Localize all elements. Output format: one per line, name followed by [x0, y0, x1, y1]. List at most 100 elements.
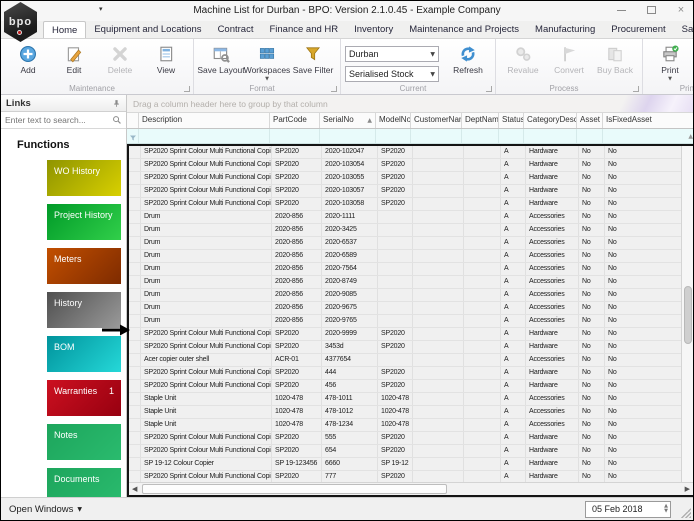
- horizontal-scrollbar-thumb[interactable]: [142, 484, 447, 494]
- function-button-warranties[interactable]: Warranties1: [47, 380, 121, 416]
- table-row[interactable]: Drum2020-8562020-9675AAccessoriesNoNo: [129, 302, 693, 315]
- function-button-wo-history[interactable]: WO History: [47, 160, 121, 196]
- table-row[interactable]: Drum2020-8562020-9085AAccessoriesNoNo: [129, 289, 693, 302]
- column-header-asset[interactable]: Asset: [577, 113, 603, 128]
- table-row[interactable]: Drum2020-8562020-3425AAccessoriesNoNo: [129, 224, 693, 237]
- tab-equipment-and-locations[interactable]: Equipment and Locations: [86, 21, 209, 38]
- filter-cell-serialno[interactable]: [320, 129, 376, 143]
- table-row[interactable]: SP2020 Sprint Colour Multi Functional Co…: [129, 198, 693, 211]
- refresh-button[interactable]: Refresh: [445, 41, 491, 75]
- filter-cell-modelno[interactable]: [376, 129, 411, 143]
- table-row[interactable]: Drum2020-8562020-8749AAccessoriesNoNo: [129, 276, 693, 289]
- dialog-launcher-icon[interactable]: [633, 86, 639, 92]
- stock-type-combo[interactable]: Serialised Stock▼: [345, 66, 439, 82]
- tab-contract[interactable]: Contract: [210, 21, 262, 38]
- filter-cell-description[interactable]: [139, 129, 270, 143]
- view-button[interactable]: View: [143, 41, 189, 75]
- table-row[interactable]: SP 19-12 Colour CopierSP 19-1234566660SP…: [129, 458, 693, 471]
- edit-button[interactable]: Edit: [51, 41, 97, 75]
- add-button[interactable]: Add: [5, 41, 51, 75]
- horizontal-scrollbar[interactable]: ◀ ▶: [129, 482, 693, 495]
- close-button[interactable]: ×: [673, 3, 689, 17]
- column-header-description[interactable]: Description: [139, 113, 270, 128]
- function-button-project-history[interactable]: Project History: [47, 204, 121, 240]
- hscroll-right-icon[interactable]: ▶: [685, 485, 690, 493]
- save-filter-button[interactable]: Save Filter: [290, 41, 336, 75]
- save-layout-icon: [212, 45, 230, 63]
- tab-inventory[interactable]: Inventory: [346, 21, 401, 38]
- filter-cell-deptname[interactable]: [462, 129, 499, 143]
- table-row[interactable]: Drum2020-8562020-6589AAccessoriesNoNo: [129, 250, 693, 263]
- table-row[interactable]: Acer copier outer shellACR-014377654AAcc…: [129, 354, 693, 367]
- function-button-meters[interactable]: Meters: [47, 248, 121, 284]
- vscroll-up-icon[interactable]: ▲: [688, 133, 693, 140]
- vertical-scrollbar-thumb[interactable]: [684, 286, 692, 344]
- filter-cell-isfixedasset[interactable]: [603, 129, 694, 143]
- filter-cell-partcode[interactable]: [270, 129, 320, 143]
- resize-grip[interactable]: [681, 508, 691, 518]
- open-windows-button[interactable]: Open Windows ▼: [1, 504, 82, 515]
- tab-finance-and-hr[interactable]: Finance and HR: [261, 21, 346, 38]
- table-row[interactable]: Staple Unit1020-478478-10121020-478AAcce…: [129, 406, 693, 419]
- search-icon[interactable]: [112, 115, 122, 125]
- tab-procurement[interactable]: Procurement: [603, 21, 673, 38]
- cell-customername: [413, 263, 464, 275]
- tab-maintenance-and-projects[interactable]: Maintenance and Projects: [401, 21, 527, 38]
- table-row[interactable]: SP2020 Sprint Colour Multi Functional Co…: [129, 445, 693, 458]
- table-row[interactable]: SP2020 Sprint Colour Multi Functional Co…: [129, 146, 693, 159]
- buy-back-label: Buy Back: [597, 66, 633, 75]
- column-header-modelno[interactable]: ModelNo: [376, 113, 411, 128]
- pin-icon[interactable]: [112, 99, 121, 108]
- table-row[interactable]: Drum2020-8562020-9765AAccessoriesNoNo: [129, 315, 693, 328]
- filter-cell-asset[interactable]: [577, 129, 603, 143]
- cell-customername: [413, 406, 464, 418]
- table-row[interactable]: Staple Unit1020-478478-12341020-478AAcce…: [129, 419, 693, 432]
- tab-manufacturing[interactable]: Manufacturing: [527, 21, 603, 38]
- hscroll-left-icon[interactable]: ◀: [132, 485, 137, 493]
- table-row[interactable]: Drum2020-8562020-7564AAccessoriesNoNo: [129, 263, 693, 276]
- table-row[interactable]: Drum2020-8562020-1111AAccessoriesNoNo: [129, 211, 693, 224]
- ribbon-group-caption: Print: [643, 84, 694, 93]
- column-header-deptname[interactable]: DeptName: [462, 113, 499, 128]
- tab-home[interactable]: Home: [43, 21, 86, 38]
- function-button-bom[interactable]: BOM: [47, 336, 121, 372]
- save-layout-button[interactable]: Save Layout: [198, 41, 244, 75]
- table-row[interactable]: SP2020 Sprint Colour Multi Functional Co…: [129, 185, 693, 198]
- table-row[interactable]: SP2020 Sprint Colour Multi Functional Co…: [129, 159, 693, 172]
- filter-cell-categorydesc[interactable]: [524, 129, 577, 143]
- column-header-partcode[interactable]: PartCode: [270, 113, 320, 128]
- function-button-history[interactable]: History: [47, 292, 121, 328]
- group-by-panel[interactable]: Drag a column header here to group by th…: [127, 95, 694, 113]
- workspaces-button[interactable]: Workspaces▼: [244, 41, 290, 82]
- dialog-launcher-icon[interactable]: [486, 86, 492, 92]
- table-row[interactable]: SP2020 Sprint Colour Multi Functional Co…: [129, 471, 693, 482]
- print-button[interactable]: Print▼: [647, 41, 693, 82]
- column-header-status[interactable]: Status: [499, 113, 524, 128]
- links-panel-header[interactable]: Links: [1, 95, 126, 112]
- function-button-notes[interactable]: Notes: [47, 424, 121, 460]
- column-header-serialno[interactable]: SerialNo▲: [320, 113, 376, 128]
- filter-cell-status[interactable]: [499, 129, 524, 143]
- table-row[interactable]: SP2020 Sprint Colour Multi Functional Co…: [129, 328, 693, 341]
- column-header-customername[interactable]: CustomerName: [411, 113, 462, 128]
- column-header-categorydesc[interactable]: CategoryDesc: [524, 113, 577, 128]
- table-row[interactable]: Staple Unit1020-478478-10111020-478AAcce…: [129, 393, 693, 406]
- maximize-button[interactable]: [643, 3, 659, 17]
- dialog-launcher-icon[interactable]: [184, 86, 190, 92]
- table-row[interactable]: SP2020 Sprint Colour Multi Functional Co…: [129, 367, 693, 380]
- table-row[interactable]: SP2020 Sprint Colour Multi Functional Co…: [129, 380, 693, 393]
- vertical-scrollbar[interactable]: [681, 146, 693, 482]
- table-row[interactable]: SP2020 Sprint Colour Multi Functional Co…: [129, 432, 693, 445]
- dialog-launcher-icon[interactable]: [331, 86, 337, 92]
- tab-sales[interactable]: Sales: [674, 21, 694, 38]
- branch-combo[interactable]: Durban▼: [345, 46, 439, 62]
- table-row[interactable]: SP2020 Sprint Colour Multi Functional Co…: [129, 341, 693, 354]
- table-row[interactable]: Drum2020-8562020-6537AAccessoriesNoNo: [129, 237, 693, 250]
- search-input[interactable]: [5, 115, 112, 125]
- filter-cell-customername[interactable]: [411, 129, 462, 143]
- date-picker[interactable]: 05 Feb 2018 ▲ ▼: [585, 501, 671, 518]
- table-row[interactable]: SP2020 Sprint Colour Multi Functional Co…: [129, 172, 693, 185]
- column-header-isfixedasset[interactable]: IsFixedAsset: [603, 113, 694, 128]
- date-spin-down-icon[interactable]: ▼: [664, 509, 668, 514]
- minimize-button[interactable]: [613, 3, 629, 17]
